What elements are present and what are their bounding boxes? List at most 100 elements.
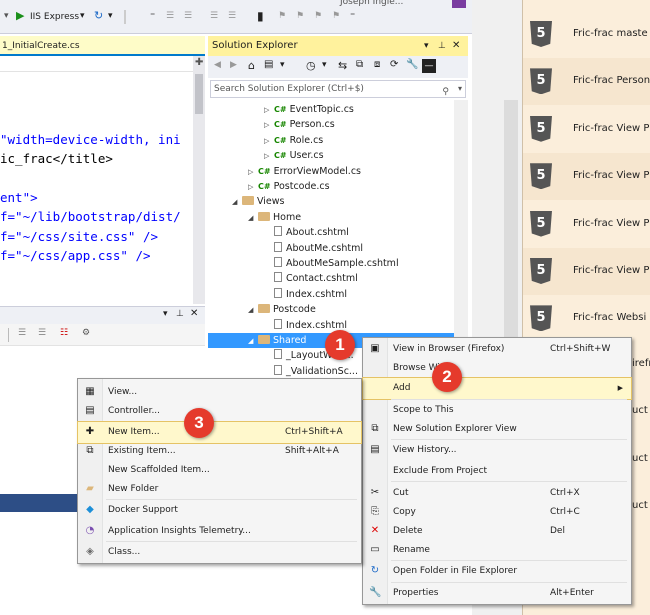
menu-item-new-item[interactable]: ✚ New Item... Ctrl+Shift+A [77,421,362,444]
menu-item-properties[interactable]: 🔧 Properties Alt+Enter [363,583,631,604]
account-avatar[interactable] [452,0,466,8]
tree-file[interactable]: About.cshtml [208,225,454,240]
wrench-icon[interactable]: 🔧 [406,59,418,70]
menu-item-exclude-from-project[interactable]: Exclude From Project [363,461,631,482]
dropdown-arrow-icon[interactable]: ▾ [458,81,462,97]
menu-item-view-in-browser-firefox[interactable]: ▣ View in Browser (Firefox) Ctrl+Shift+W [363,339,631,360]
pending-changes-icon[interactable]: ◷ [306,59,316,72]
dropdown-arrow-icon[interactable]: ▾ [280,60,285,70]
tree-file[interactable]: Contact.cshtml [208,271,454,286]
dropdown-arrow-icon[interactable]: ▾ [4,11,16,23]
history-item[interactable]: 5 Fric-frac View P [523,248,650,295]
menu-item-cut[interactable]: ✂ Cut Ctrl+X [363,483,631,504]
tree-file[interactable]: ▷ C# Role.cs [208,133,454,148]
refresh-icon[interactable]: ⟳ [390,59,398,70]
menu-item-rename[interactable]: ▭ Rename [363,540,631,561]
dropdown-arrow-icon[interactable]: ▾ [322,60,327,70]
bookmark-prev-icon[interactable]: ⚑ [278,11,290,23]
expander-icon[interactable]: ▷ [264,103,274,118]
comment-icon[interactable]: ☰ [210,11,222,23]
tree-folder[interactable]: ◢ Views [208,194,454,209]
menu-item-view-history[interactable]: ▤ View History... [363,440,631,461]
uncomment-icon[interactable]: ☰ [228,11,240,23]
tree-file[interactable]: ▷ C# ErrorViewModel.cs [208,164,454,179]
menu-item-copy[interactable]: ⎘ Copy Ctrl+C [363,502,631,523]
bookmark-next-icon[interactable]: ⚑ [296,11,308,23]
forward-icon[interactable]: ▶ [230,60,237,70]
tree-file[interactable]: AboutMeSample.cshtml [208,256,454,271]
menu-item-application-insights-telemetry[interactable]: ◔ Application Insights Telemetry... [78,521,361,542]
tree-file[interactable]: Index.cshtml [208,287,454,302]
expander-icon[interactable]: ▷ [264,149,274,164]
menu-item-open-folder-in-file-explorer[interactable]: ↻ Open Folder in File Explorer [363,561,631,582]
indent-icon[interactable]: ☰ [166,11,178,23]
expander-icon[interactable]: ▷ [264,134,274,149]
menu-item-controller[interactable]: ▤ Controller... [78,401,361,422]
menu-item-existing-item[interactable]: ⧉ Existing Item... Shift+Alt+A [78,441,361,462]
pin-icon[interactable]: ⊥ [176,309,184,319]
outdent-icon[interactable]: ☰ [184,11,196,23]
expander-icon[interactable]: ▷ [248,165,258,180]
dropdown-arrow-icon[interactable]: ▾ [163,309,168,319]
menu-item-scope-to-this[interactable]: Scope to This [363,400,631,421]
home-icon[interactable]: ⌂ [248,59,255,72]
run-button[interactable]: IIS Express [30,9,79,25]
bookmark-folder-icon[interactable]: ⚑ [314,11,326,23]
menu-item-delete[interactable]: ✕ Delete Del [363,521,631,542]
browser-scrollbar[interactable] [504,100,518,350]
preview-icon[interactable]: — [422,59,436,73]
files-icon[interactable]: ▤ [264,59,273,70]
menu-item-class[interactable]: ◈ Class... [78,542,361,563]
menu-item-view[interactable]: ▦ View... [78,382,361,403]
expander-icon[interactable]: ◢ [248,303,258,318]
history-item[interactable]: 5 Fric-frac Person [523,58,650,106]
expander-icon[interactable]: ▷ [248,180,258,195]
list-icon[interactable]: ☰ [18,328,26,338]
settings-icon[interactable]: ⚙ [82,328,90,338]
menu-item-new-folder[interactable]: ▰ New Folder [78,479,361,500]
dropdown-arrow-icon[interactable]: ▾ [108,11,120,23]
menu-item-new-solution-explorer-view[interactable]: ⧉ New Solution Explorer View [363,419,631,440]
tree-file[interactable]: ▷ C# Postcode.cs [208,179,454,194]
overflow-icon[interactable]: ⁼ [350,11,362,23]
dropdown-arrow-icon[interactable]: ▾ [80,11,92,23]
dropdown-arrow-icon[interactable]: ▾ [424,36,429,56]
search-icon[interactable]: ⚲ [442,84,449,100]
expander-icon[interactable]: ▷ [264,118,274,133]
history-item[interactable]: 5 Fric-frac View P [523,153,650,201]
menu-item-new-scaffolded-item[interactable]: New Scaffolded Item... [78,460,361,481]
tree-folder[interactable]: ◢ Home [208,210,454,225]
sync-icon[interactable]: ⇆ [338,59,347,72]
overflow-icon[interactable]: ⁼ [150,11,162,23]
editor-scrollbar[interactable]: ✚ [193,56,205,304]
tree-file[interactable]: ▷ C# Person.cs [208,117,454,132]
close-icon[interactable]: ✕ [452,36,460,56]
history-item[interactable]: 5 Fric-frac maste [523,11,650,58]
tree-file[interactable]: Index.cshtml [208,318,454,333]
menu-item-browse-with[interactable]: Browse With... [363,358,631,379]
tree-folder[interactable]: ◢ Postcode [208,302,454,317]
back-icon[interactable]: ◀ [214,60,221,70]
collapse-icon[interactable]: ⧉ [356,59,363,70]
filter-icon[interactable]: ☷ [60,328,68,338]
bookmark-clear-icon[interactable]: ⚑ [332,11,344,23]
pin-icon[interactable]: ⊥ [438,36,446,56]
show-all-icon[interactable]: ⧈ [374,59,380,70]
close-icon[interactable]: ✕ [190,308,198,319]
tree-file[interactable]: ▷ C# EventTopic.cs [208,102,454,117]
scroll-thumb[interactable] [195,74,203,114]
expander-icon[interactable]: ◢ [248,211,258,226]
code-editor[interactable]: "width=device-width, ini ic_frac</title> e… [0,72,193,304]
tree-file[interactable]: ▷ C# User.cs [208,148,454,163]
expander-icon[interactable]: ◢ [232,195,242,210]
bookmark-icon[interactable]: ▮ [257,9,269,23]
history-item[interactable]: 5 Fric-frac View P [523,201,650,248]
history-item[interactable]: 5 Fric-frac Websi [523,295,650,342]
list-icon[interactable]: ☰ [38,328,46,338]
run-icon[interactable]: ▶ [16,9,28,22]
expander-icon[interactable]: ◢ [248,334,258,349]
menu-item-add[interactable]: Add ▶ [362,377,632,400]
refresh-icon[interactable]: ↻ [94,9,106,22]
search-input[interactable]: Search Solution Explorer (Ctrl+$) ⚲ ▾ [210,80,466,98]
tree-file[interactable]: AboutMe.cshtml [208,241,454,256]
